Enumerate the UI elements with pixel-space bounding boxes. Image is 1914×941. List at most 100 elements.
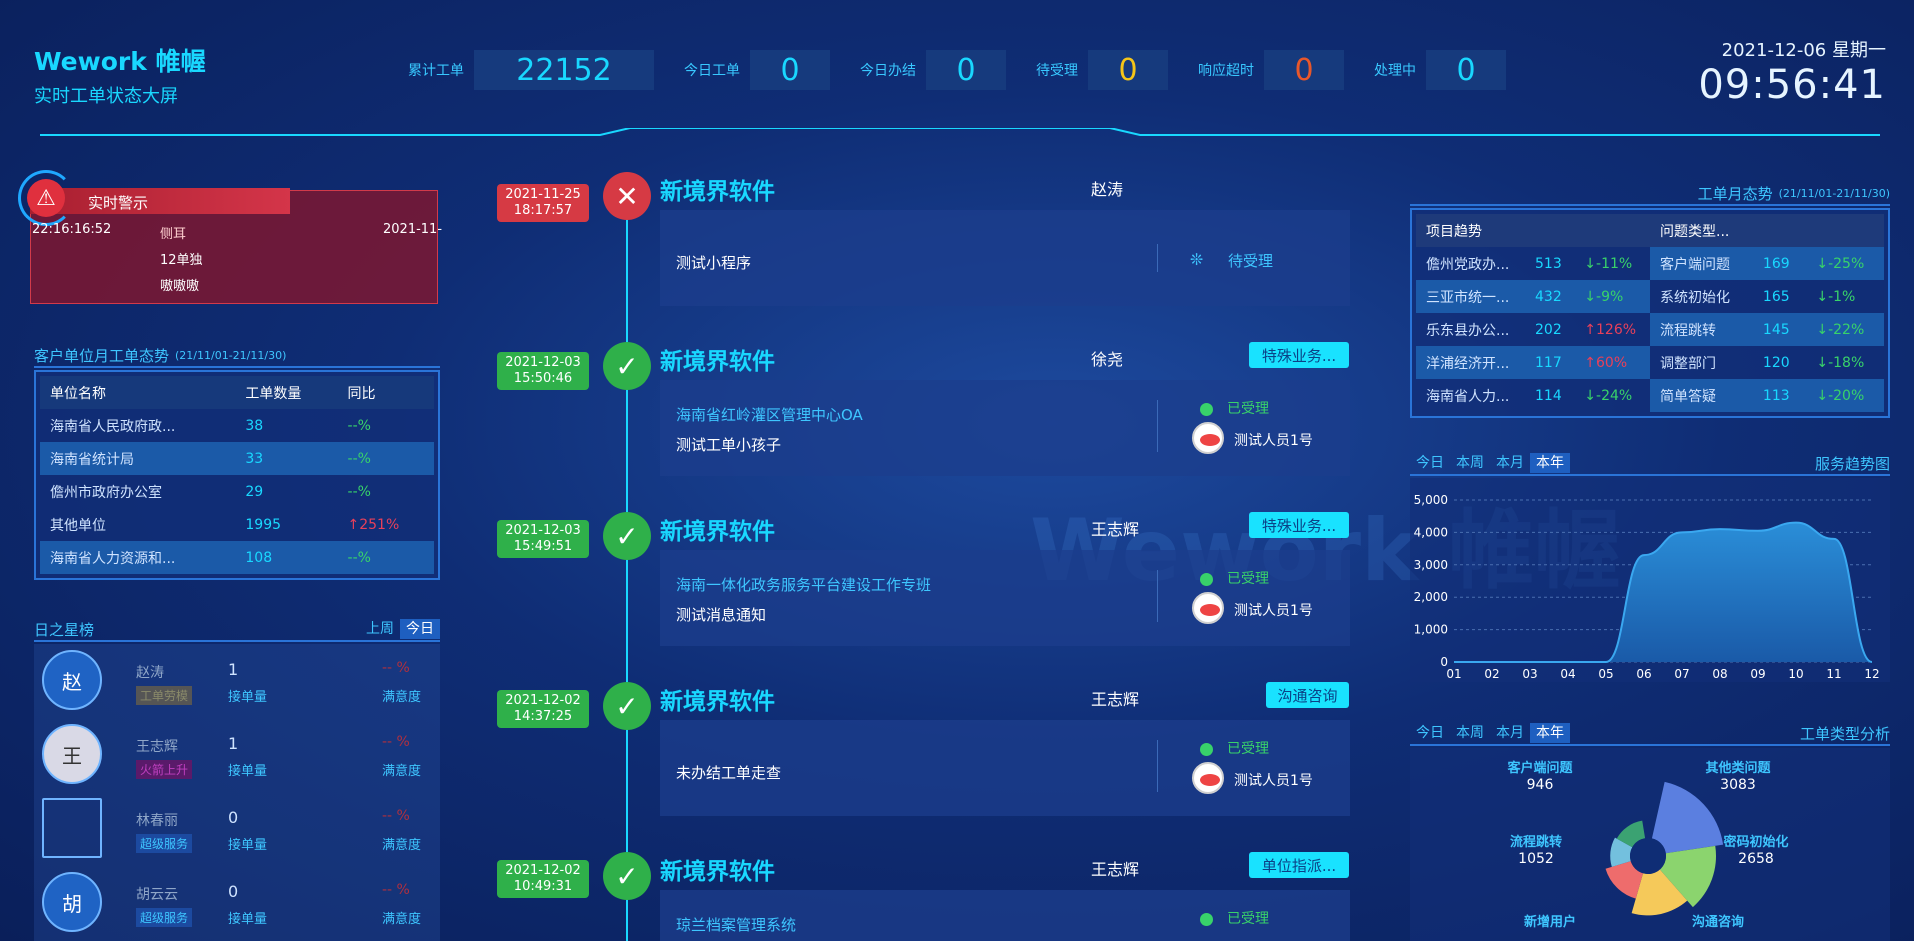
star-count-label: 接单量 bbox=[228, 838, 268, 853]
table-row[interactable]: 海南省人力资源和... 108 --% bbox=[40, 541, 434, 574]
date-badge: 2021-12-03 15:50:46 bbox=[497, 352, 589, 390]
user-avatar bbox=[1192, 422, 1224, 454]
table-row[interactable]: 三亚市统一... 432 ↓-9% bbox=[1416, 280, 1650, 313]
clock-time: 09:56:41 bbox=[1698, 62, 1886, 108]
tab-today[interactable]: 今日 bbox=[400, 619, 440, 639]
company-name: 新境界软件 bbox=[660, 179, 775, 205]
star-row[interactable]: 赵 赵涛 工单劳模 1 接单量 -- % 满意度 bbox=[34, 644, 434, 718]
cell-count: 108 bbox=[245, 549, 273, 566]
check-icon: ✓ bbox=[603, 512, 651, 560]
alert-content: 侧耳 12单独 嗷嗷嗷 bbox=[160, 222, 203, 300]
ticket-title: 琼兰档案管理系统 bbox=[676, 916, 797, 934]
company-name: 新境界软件 bbox=[660, 519, 775, 545]
check-icon: ✓ bbox=[603, 682, 651, 730]
ticket-tag[interactable]: 特殊业务... bbox=[1249, 512, 1349, 538]
stars-panel: 日之星榜 上周 今日 bbox=[34, 618, 440, 642]
pie-value: 3083 bbox=[1720, 777, 1756, 793]
tab-month[interactable]: 本月 bbox=[1490, 453, 1530, 473]
table-row[interactable]: 海南省人力... 114 ↓-24% bbox=[1416, 379, 1650, 412]
table-row[interactable]: 洋浦经济开... 117 ↑60% bbox=[1416, 346, 1650, 379]
cell-yoy: ↑251% bbox=[347, 516, 400, 533]
stat-processing: 处理中 0 bbox=[1374, 50, 1506, 90]
timeline-line bbox=[626, 210, 628, 941]
table-row[interactable]: 简单答疑 113 ↓-20% bbox=[1650, 379, 1884, 412]
star-count-label: 接单量 bbox=[228, 690, 268, 705]
stat-value: 0 bbox=[1426, 50, 1506, 90]
col-header: 项目趋势 bbox=[1426, 223, 1482, 240]
x-tick-label: 02 bbox=[1484, 667, 1499, 681]
x-tick-label: 05 bbox=[1598, 667, 1613, 681]
star-row[interactable]: 王 王志辉 火箭上升 1 接单量 -- % 满意度 bbox=[34, 718, 434, 792]
table-row[interactable]: 儋州市政府办公室 29 --% bbox=[40, 475, 434, 508]
star-name: 林春丽 bbox=[136, 813, 178, 829]
ticket-desc: 测试小程序 bbox=[676, 254, 752, 272]
tab-today[interactable]: 今日 bbox=[1410, 453, 1450, 473]
x-tick-label: 10 bbox=[1788, 667, 1803, 681]
tab-today[interactable]: 今日 bbox=[1410, 723, 1450, 743]
table-row[interactable]: 客户端问题 169 ↓-25% bbox=[1650, 247, 1884, 280]
ticket-tag[interactable]: 特殊业务... bbox=[1249, 342, 1349, 368]
tab-week[interactable]: 本周 bbox=[1450, 723, 1490, 743]
star-badge: 火箭上升 bbox=[136, 760, 193, 779]
x-tick-label: 09 bbox=[1750, 667, 1765, 681]
stat-pending: 待受理 0 bbox=[1036, 50, 1168, 90]
ticket-card[interactable]: 测试小程序 ❊ 待受理 bbox=[660, 210, 1350, 306]
table-row[interactable]: 系统初始化 165 ↓-1% bbox=[1650, 280, 1884, 313]
monthly-panel: 工单月态势 (21/11/01-21/11/30) 项目趋势 儋州党政办... 5… bbox=[1410, 182, 1890, 418]
avatar: 胡 bbox=[42, 872, 102, 932]
star-pct-label: 满意度 bbox=[382, 912, 422, 927]
ticket-tag[interactable]: 沟通咨询 bbox=[1266, 682, 1349, 708]
star-pct: -- % bbox=[382, 660, 410, 676]
cell-name: 海南省人力资源和... bbox=[50, 550, 176, 567]
cell-name: 其他单位 bbox=[50, 517, 106, 534]
star-row[interactable]: 胡 胡云云 超级服务 0 接单量 -- % 满意度 bbox=[34, 866, 434, 940]
ticket-desc: 未办结工单走查 bbox=[676, 764, 782, 782]
table-row[interactable]: 流程跳转 145 ↓-22% bbox=[1650, 313, 1884, 346]
ticket-state: 已受理 bbox=[1227, 741, 1269, 757]
pie-label: 密码初始化 bbox=[1722, 834, 1788, 850]
person-name: 王志辉 bbox=[1091, 860, 1140, 879]
stat-label: 响应超时 bbox=[1198, 63, 1254, 79]
star-count: 0 bbox=[228, 808, 239, 827]
date-badge: 2021-12-02 14:37:25 bbox=[497, 690, 589, 728]
date-badge: 2021-12-03 15:49:51 bbox=[497, 520, 589, 558]
stat-value: 0 bbox=[1088, 50, 1168, 90]
table-row[interactable]: 调整部门 120 ↓-18% bbox=[1650, 346, 1884, 379]
check-icon: ✓ bbox=[603, 852, 651, 900]
cell-yoy: --% bbox=[347, 450, 371, 467]
ticket-card[interactable]: 海南一体化政务服务平台建设工作专班 测试消息通知 已受理 测试人员1号 bbox=[660, 550, 1350, 646]
pie-label: 沟通咨询 bbox=[1692, 914, 1744, 930]
header-divider bbox=[40, 128, 1880, 136]
alert-title: 实时警示 bbox=[88, 194, 149, 212]
brand: Wework 帷幄 实时工单状态大屏 bbox=[34, 42, 206, 108]
cell-yoy: --% bbox=[347, 483, 371, 500]
table-row[interactable]: 海南省统计局 33 --% bbox=[40, 442, 434, 475]
table-row[interactable]: 儋州党政办... 513 ↓-11% bbox=[1416, 247, 1650, 280]
tab-week[interactable]: 本周 bbox=[1450, 453, 1490, 473]
check-icon bbox=[1200, 572, 1213, 586]
stat-timeout: 响应超时 0 bbox=[1198, 50, 1344, 90]
alert-time: 22:16:16:52 bbox=[32, 222, 112, 237]
star-row[interactable]: 林春丽 超级服务 0 接单量 -- % 满意度 bbox=[34, 792, 434, 866]
table-row[interactable]: 其他单位 1995 ↑251% bbox=[40, 508, 434, 541]
star-badge: 超级服务 bbox=[136, 908, 193, 927]
tab-year[interactable]: 本年 bbox=[1530, 453, 1570, 473]
clock-date: 2021-12-06 星期一 bbox=[1721, 40, 1886, 61]
ticket-user: 测试人员1号 bbox=[1234, 603, 1313, 619]
tab-last-week[interactable]: 上周 bbox=[360, 619, 400, 639]
table-row[interactable]: 乐东县办公... 202 ↑126% bbox=[1416, 313, 1650, 346]
tab-year[interactable]: 本年 bbox=[1530, 723, 1570, 743]
check-icon bbox=[1200, 742, 1213, 756]
table-row[interactable]: 海南省人民政府政... 38 --% bbox=[40, 409, 434, 442]
ticket-tag[interactable]: 单位指派... bbox=[1249, 852, 1349, 878]
ticket-card[interactable]: 琼兰档案管理系统 已受理 bbox=[660, 890, 1350, 941]
cell-count: 1995 bbox=[245, 516, 282, 533]
check-icon bbox=[1200, 402, 1213, 416]
ticket-card[interactable]: 未办结工单走查 已受理 测试人员1号 bbox=[660, 720, 1350, 816]
ticket-card[interactable]: 海南省红岭灌区管理中心OA 测试工单小孩子 已受理 测试人员1号 bbox=[660, 380, 1350, 476]
y-tick-label: 1,000 bbox=[1414, 623, 1448, 637]
user-avatar bbox=[1192, 762, 1224, 794]
tab-month[interactable]: 本月 bbox=[1490, 723, 1530, 743]
ticket-state: 已受理 bbox=[1227, 571, 1269, 587]
ticket-state: 待受理 bbox=[1228, 252, 1274, 270]
